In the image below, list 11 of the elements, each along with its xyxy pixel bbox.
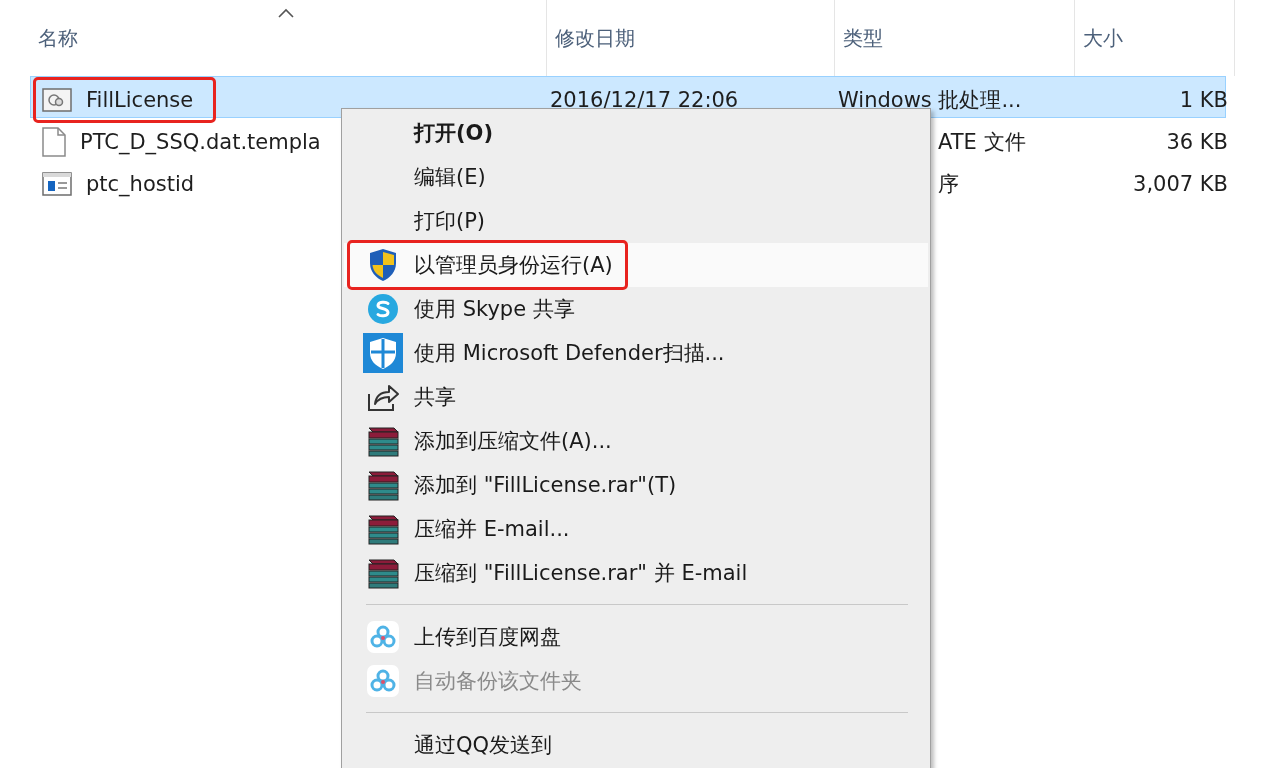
- file-type: ATE 文件: [937, 129, 1027, 156]
- file-date: 2016/12/17 22:06: [549, 88, 740, 112]
- file-size: 36 KB: [1166, 130, 1228, 154]
- file-name: PTC_D_SSQ.dat.templa: [79, 130, 321, 154]
- file-name: ptc_hostid: [85, 172, 195, 196]
- file-size: 1 KB: [1179, 88, 1228, 112]
- file-type: Windows 批处理...: [837, 87, 1023, 114]
- file-type: 序: [937, 171, 960, 198]
- file-name: FillLicense: [85, 88, 194, 112]
- file-size: 3,007 KB: [1133, 172, 1228, 196]
- highlight-frame: 以管理员身份运行(A): [347, 240, 628, 290]
